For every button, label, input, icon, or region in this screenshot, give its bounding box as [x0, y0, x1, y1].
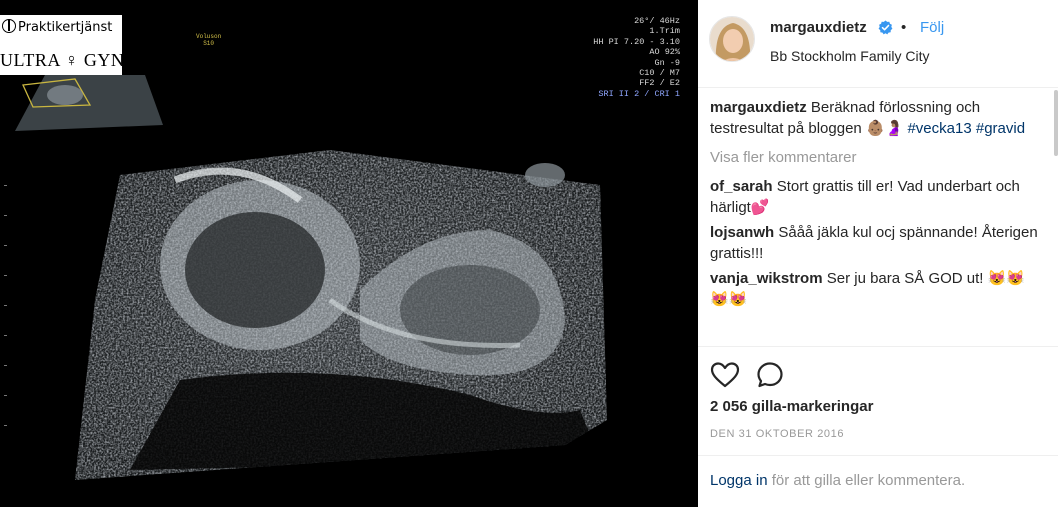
post-image[interactable]: Praktikertjänst ULTRA ♀ GYN Voluson S10 …	[0, 0, 698, 507]
depth-tick	[4, 215, 7, 216]
depth-tick	[4, 275, 7, 276]
verified-badge-icon	[878, 20, 893, 35]
comment-item: lojsanwh Sååå jäkla kul ocj spännande! Å…	[710, 222, 1040, 264]
param-line: Gn -9	[654, 57, 680, 68]
post-actions: 2 056 gilla-markeringar DEN 31 OKTOBER 2…	[698, 346, 1058, 507]
post-header: margauxdietz • Följ Bb Stockholm Family …	[698, 0, 1058, 88]
login-prompt-text: för att gilla eller kommentera.	[767, 472, 966, 489]
comment-item: of_sarah Stort grattis till er! Vad unde…	[710, 176, 1040, 218]
clinic-mark-icon	[2, 19, 16, 33]
comments-list[interactable]: margauxdietz Beräknad förlossning och te…	[710, 97, 1040, 345]
clinic-logo: Praktikertjänst ULTRA ♀ GYN	[0, 15, 125, 75]
depth-tick	[4, 245, 7, 246]
likes-count[interactable]: 2 056 gilla-markeringar	[710, 398, 873, 415]
post-sidebar: margauxdietz • Följ Bb Stockholm Family …	[698, 0, 1058, 507]
post-location[interactable]: Bb Stockholm Family City	[770, 48, 929, 64]
param-line: AO 92%	[649, 47, 680, 58]
login-link[interactable]: Logga in	[710, 472, 768, 489]
comment-item: vanja_wikstrom Ser ju bara SÅ GOD ut! 😻😻…	[710, 268, 1040, 310]
param-line: 26°/ 46Hz	[634, 16, 680, 26]
comment-username[interactable]: of_sarah	[710, 178, 773, 195]
scan-parameters: 26°/ 46Hz 1.Trim HH PI 7.20 - 3.10 AO 92…	[593, 16, 680, 99]
heart-icon[interactable]	[710, 361, 740, 389]
comment-username[interactable]: lojsanwh	[710, 224, 774, 241]
param-line: HH PI 7.20 - 3.10	[593, 36, 680, 47]
depth-tick	[4, 425, 7, 426]
logo-bottom-text: ULTRA ♀ GYN	[0, 50, 125, 70]
caption-username[interactable]: margauxdietz	[710, 99, 807, 116]
ultrasound-inset-thumbnail	[15, 75, 163, 131]
login-prompt: Logga in för att gilla eller kommentera.	[698, 455, 1058, 507]
depth-tick	[4, 365, 7, 366]
depth-tick	[4, 335, 7, 336]
depth-tick	[4, 395, 7, 396]
comment-username[interactable]: vanja_wikstrom	[710, 270, 823, 287]
param-line: C10 / M7	[639, 68, 680, 79]
view-more-comments-button[interactable]: Visa fler kommentarer	[710, 147, 1040, 168]
hashtag-link[interactable]: #vecka13	[907, 120, 971, 137]
post-date[interactable]: DEN 31 OKTOBER 2016	[710, 428, 844, 440]
comment-icon[interactable]	[756, 361, 784, 389]
depth-tick	[4, 305, 7, 306]
param-line: SRI II 2 / CRI 1	[598, 88, 680, 99]
param-line: 1.Trim	[649, 26, 680, 37]
param-line: FF2 / E2	[639, 78, 680, 89]
depth-tick	[4, 185, 7, 186]
probe-label: Voluson S10	[196, 33, 222, 47]
logo-top-text: Praktikertjänst	[18, 20, 113, 35]
avatar[interactable]	[709, 16, 755, 62]
comments-scrollbar[interactable]	[1054, 90, 1058, 156]
follow-button[interactable]: Följ	[920, 19, 944, 36]
post-caption: margauxdietz Beräknad förlossning och te…	[710, 97, 1040, 139]
post-username[interactable]: margauxdietz	[770, 19, 867, 36]
hashtag-link[interactable]: #gravid	[976, 120, 1025, 137]
avatar-image	[710, 17, 754, 61]
separator-dot: •	[901, 19, 907, 36]
